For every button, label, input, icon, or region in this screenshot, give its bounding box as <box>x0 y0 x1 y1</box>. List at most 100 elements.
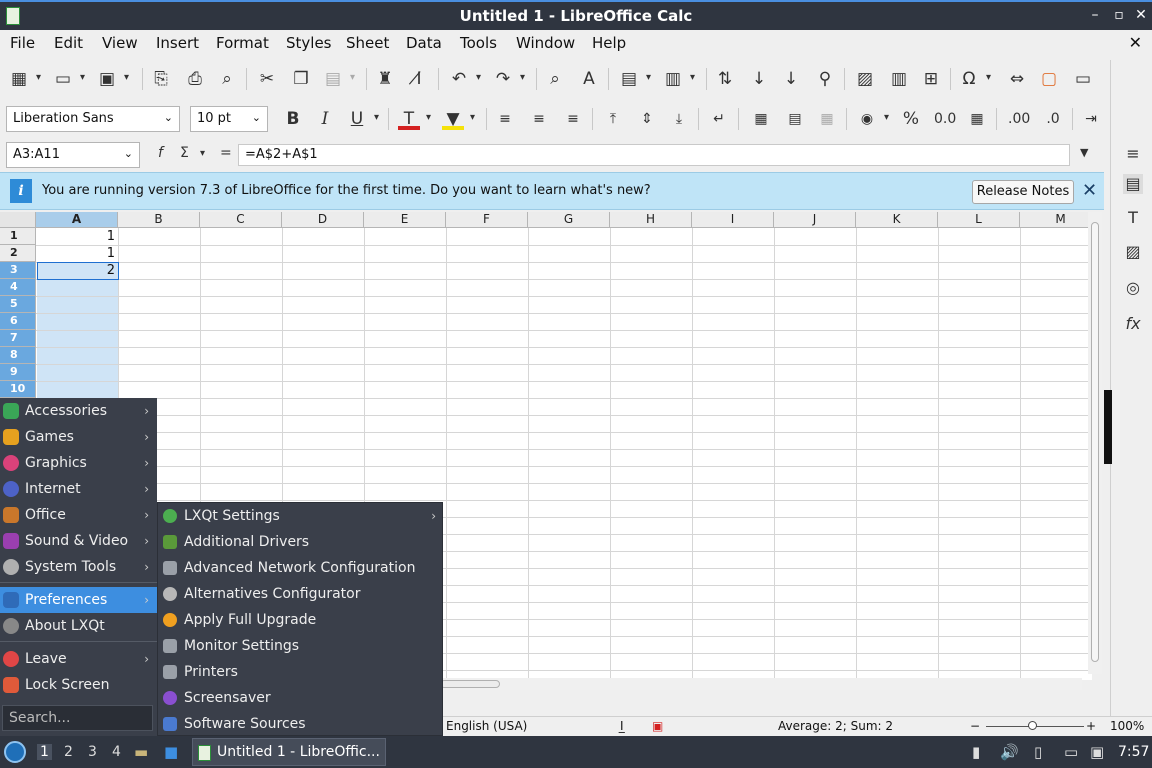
column-header-l[interactable]: L <box>938 212 1020 228</box>
spelling-icon[interactable]: A <box>578 68 600 90</box>
merge-cells-icon[interactable]: ▦ <box>750 108 772 130</box>
find-replace-icon[interactable]: ⌕ <box>544 68 566 90</box>
menu-format[interactable]: Format <box>216 34 269 52</box>
zoom-in-icon[interactable]: + <box>1086 719 1096 733</box>
column-header-a[interactable]: A <box>36 212 118 228</box>
underline-icon[interactable]: U <box>346 108 368 130</box>
wrap-text-icon[interactable]: ↵ <box>708 108 730 130</box>
save-icon[interactable]: ▣ <box>96 68 118 90</box>
menu-help[interactable]: Help <box>592 34 626 52</box>
increase-indent-icon[interactable]: ⇥ <box>1080 108 1102 130</box>
align-left-icon[interactable]: ≡ <box>494 108 516 130</box>
autofilter-icon[interactable]: ⚲ <box>814 68 836 90</box>
sort-icon[interactable]: ⇅ <box>714 68 736 90</box>
menu-item-about-lxqt[interactable]: About LXQt <box>0 613 157 639</box>
horizontal-scroll-thumb[interactable] <box>440 680 500 688</box>
notes-icon[interactable]: ▯ <box>1034 743 1042 761</box>
row-header-9[interactable]: 9 <box>0 364 36 381</box>
cell-a2[interactable]: 1 <box>37 245 117 262</box>
menu-styles[interactable]: Styles <box>286 34 332 52</box>
highlight-color-icon[interactable]: ▼ <box>442 108 464 130</box>
zoom-out-icon[interactable]: − <box>970 719 980 733</box>
paste-icon[interactable]: ▤ <box>322 68 344 90</box>
add-decimal-icon[interactable]: .00 <box>1008 108 1030 130</box>
function-wizard-icon[interactable]: f <box>158 145 163 161</box>
clone-formatting-icon[interactable]: ♜ <box>374 68 396 90</box>
row-header-7[interactable]: 7 <box>0 330 36 347</box>
menu-item-graphics[interactable]: Graphics › <box>0 450 157 476</box>
chevron-down-icon[interactable]: ▾ <box>200 148 205 159</box>
menu-item-preferences[interactable]: Preferences › <box>0 587 157 613</box>
notification-icon[interactable]: ▣ <box>1090 743 1104 761</box>
align-bottom-icon[interactable]: ⤓ <box>668 108 690 130</box>
sidebar-menu-icon[interactable]: ≡ <box>1123 144 1143 164</box>
align-middle-icon[interactable]: ⇕ <box>636 108 658 130</box>
vertical-scrollbar[interactable] <box>1088 212 1102 674</box>
clock[interactable]: 7:57 <box>1118 744 1149 760</box>
lxqt-start-icon[interactable] <box>4 741 26 763</box>
sort-descending-icon[interactable]: ↓ <box>780 68 802 90</box>
insert-mode-icon[interactable]: I̲ <box>620 719 624 733</box>
row-header-5[interactable]: 5 <box>0 296 36 313</box>
insert-image-icon[interactable]: ▨ <box>854 68 876 90</box>
language-status[interactable]: English (USA) <box>446 719 527 733</box>
release-notes-button[interactable]: Release Notes <box>972 180 1074 204</box>
desktop-3[interactable]: 3 <box>88 744 97 760</box>
bold-icon[interactable]: B <box>282 108 304 130</box>
submenu-additional-drivers[interactable]: Additional Drivers <box>158 529 444 555</box>
menu-item-office[interactable]: Office › <box>0 502 157 528</box>
column-header-c[interactable]: C <box>200 212 282 228</box>
delete-decimal-icon[interactable]: .0 <box>1042 108 1064 130</box>
hyperlink-icon[interactable]: ⇔ <box>1006 68 1028 90</box>
number-format-icon[interactable]: 0.0 <box>934 108 956 130</box>
column-header-f[interactable]: F <box>446 212 528 228</box>
row-header-4[interactable]: 4 <box>0 279 36 296</box>
menu-insert[interactable]: Insert <box>156 34 199 52</box>
row-header-10[interactable]: 10 <box>0 381 36 398</box>
sidebar-collapse-handle[interactable] <box>1104 390 1112 464</box>
submenu-advanced-network[interactable]: Advanced Network Configuration <box>158 555 444 581</box>
desktop-2[interactable]: 2 <box>64 744 73 760</box>
column-header-h[interactable]: H <box>610 212 692 228</box>
headers-footers-icon[interactable]: ▭ <box>1072 68 1094 90</box>
cell-a1[interactable]: 1 <box>37 228 117 245</box>
submenu-alternatives-configurator[interactable]: Alternatives Configurator <box>158 581 444 607</box>
column-header-m[interactable]: M <box>1020 212 1092 228</box>
navigator-icon[interactable]: ◎ <box>1123 278 1143 298</box>
menu-view[interactable]: View <box>102 34 138 52</box>
gallery-icon[interactable]: ▨ <box>1123 242 1143 262</box>
maximize-button[interactable]: ▫ <box>1110 6 1128 24</box>
merge-center-icon[interactable]: ▤ <box>784 108 806 130</box>
menu-item-system-tools[interactable]: System Tools › <box>0 554 157 580</box>
print-preview-icon[interactable]: ⌕ <box>216 68 238 90</box>
column-header-j[interactable]: J <box>774 212 856 228</box>
align-right-icon[interactable]: ≡ <box>562 108 584 130</box>
menu-data[interactable]: Data <box>406 34 442 52</box>
column-header-g[interactable]: G <box>528 212 610 228</box>
column-header-e[interactable]: E <box>364 212 446 228</box>
menu-item-lock-screen[interactable]: Lock Screen <box>0 672 157 698</box>
date-format-icon[interactable]: ▦ <box>966 108 988 130</box>
close-document-icon[interactable]: ✕ <box>1129 33 1142 52</box>
font-color-icon[interactable]: T <box>398 108 420 130</box>
select-all-corner[interactable] <box>0 212 36 228</box>
copy-icon[interactable]: ❐ <box>290 68 312 90</box>
sum-icon[interactable]: Σ <box>180 145 189 161</box>
new-document-icon[interactable]: ▦ <box>8 68 30 90</box>
menu-tools[interactable]: Tools <box>460 34 497 52</box>
functions-icon[interactable]: fx <box>1123 314 1143 334</box>
expand-formula-icon[interactable]: ▼ <box>1080 146 1088 159</box>
network-icon[interactable]: ▭ <box>1064 743 1078 761</box>
desktop-4[interactable]: 4 <box>112 744 121 760</box>
properties-icon[interactable]: ▤ <box>1123 174 1143 194</box>
vertical-scroll-thumb[interactable] <box>1091 222 1099 662</box>
insert-chart-icon[interactable]: ▥ <box>888 68 910 90</box>
row-header-8[interactable]: 8 <box>0 347 36 364</box>
menu-edit[interactable]: Edit <box>54 34 83 52</box>
submenu-software-sources[interactable]: Software Sources <box>158 711 444 737</box>
font-size-box[interactable]: 10 pt ⌄ <box>190 106 268 132</box>
row-header-6[interactable]: 6 <box>0 313 36 330</box>
column-icon[interactable]: ▥ <box>662 68 684 90</box>
taskbar-calc-window[interactable]: Untitled 1 - LibreOffic... <box>192 738 386 766</box>
zoom-slider-handle[interactable] <box>1028 721 1037 730</box>
